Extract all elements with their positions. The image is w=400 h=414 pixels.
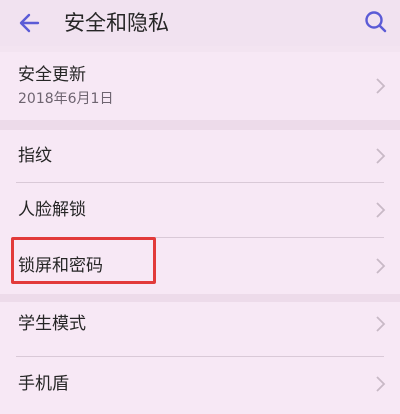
- chevron-right-icon: [376, 316, 386, 332]
- list-item-label: 安全更新: [18, 65, 86, 85]
- chevron-right-icon: [376, 148, 386, 164]
- search-icon[interactable]: [362, 8, 390, 36]
- chevron-right-icon: [376, 78, 386, 94]
- security-update-group: 安全更新 2018年6月1日: [0, 52, 400, 120]
- app-bar: 安全和隐私: [0, 0, 400, 46]
- list-item-label: 指纹: [18, 146, 52, 166]
- page-title: 安全和隐私: [64, 11, 169, 35]
- list-item-label: 人脸解锁: [18, 200, 86, 220]
- arrow-left-icon[interactable]: [16, 9, 44, 37]
- highlight-box: [11, 237, 156, 284]
- section-gap: [0, 120, 400, 130]
- misc-group: 学生模式 手机盾: [0, 302, 400, 414]
- list-item-label: 手机盾: [18, 374, 69, 394]
- list-item-student-mode[interactable]: 学生模式: [0, 302, 400, 356]
- chevron-right-icon: [376, 258, 386, 274]
- list-item-phone-shield[interactable]: 手机盾: [0, 357, 400, 414]
- list-item-fingerprint[interactable]: 指纹: [0, 130, 400, 182]
- list-item-face-unlock[interactable]: 人脸解锁: [0, 183, 400, 237]
- list-item-subtitle: 2018年6月1日: [18, 91, 114, 107]
- section-gap: [0, 294, 400, 302]
- chevron-right-icon: [376, 376, 386, 392]
- list-item-security-update[interactable]: 安全更新 2018年6月1日: [0, 52, 400, 120]
- chevron-right-icon: [376, 202, 386, 218]
- list-item-label: 学生模式: [18, 314, 86, 334]
